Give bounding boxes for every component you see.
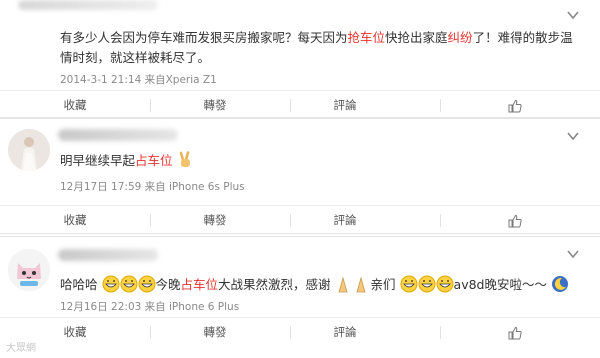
forward-button[interactable]: 轉發 [140, 318, 290, 346]
keyword-link[interactable]: 占车位 [135, 153, 173, 168]
keyword-link[interactable]: 纠纷 [448, 30, 473, 45]
post-text: 明早继续早起占车位 [60, 151, 580, 171]
like-button[interactable] [440, 318, 590, 346]
action-bar: 收藏 轉發 評論 [0, 90, 600, 119]
chevron-down-icon[interactable] [566, 247, 580, 261]
sleeping-moon-emoji [551, 276, 568, 292]
comment-button[interactable]: 評論 [270, 318, 420, 346]
weibo-post-1: 有多少人会因为停车难而发狠买房搬家呢？每天因为抢车位快抢出家庭纠纷了！难得的散步… [0, 0, 600, 118]
forward-button[interactable]: 轉發 [140, 206, 290, 234]
blurred-username[interactable] [58, 129, 178, 141]
avatar[interactable] [8, 249, 50, 291]
like-icon [508, 99, 522, 112]
watermark: 大眾網 [6, 343, 36, 354]
post-meta: 12月17日 17:59 来自 iPhone 6s Plus [60, 181, 245, 193]
post-meta: 12月16日 22:03 来自 iPhone 6 Plus [60, 301, 240, 313]
avatar-image [8, 249, 50, 291]
weibo-post-2: 明早继续早起占车位 12月17日 17:59 来自 iPhone 6s Plus… [0, 118, 600, 234]
forward-button[interactable]: 轉發 [140, 91, 290, 119]
blurred-username[interactable] [58, 249, 158, 261]
avatar-image [8, 129, 50, 171]
victory-hand-emoji [179, 151, 190, 167]
action-bar: 收藏 轉發 評論 [0, 317, 600, 346]
blurred-username [18, 0, 158, 10]
grin-emoji [102, 275, 155, 293]
praying-hands-emoji [338, 276, 366, 293]
collect-button[interactable]: 收藏 [0, 206, 150, 234]
hashtag-link[interactable]: 抢车位 [348, 30, 386, 45]
avatar[interactable] [8, 129, 50, 171]
post-meta: 2014-3-1 21:14 来自Xperia Z1 [60, 74, 217, 86]
post-text: 有多少人会因为停车难而发狠买房搬家呢？每天因为抢车位快抢出家庭纠纷了！难得的散步… [60, 30, 573, 65]
like-icon [508, 214, 522, 227]
grin-emoji [400, 275, 454, 293]
collect-button[interactable]: 收藏 [0, 91, 150, 119]
comment-button[interactable]: 評論 [270, 91, 420, 119]
weibo-post-3: 哈哈哈 今晚占车位大战果然激烈，感谢 亲们 av8d晚安啦～～ 12月16日 2… [0, 236, 600, 358]
chevron-down-icon[interactable] [566, 8, 580, 22]
action-bar: 收藏 轉發 評論 [0, 205, 600, 234]
comment-button[interactable]: 評論 [270, 206, 420, 234]
like-button[interactable] [440, 206, 590, 234]
like-icon [508, 326, 522, 339]
keyword-link[interactable]: 占车位 [181, 277, 219, 292]
chevron-down-icon[interactable] [566, 129, 580, 143]
like-button[interactable] [440, 91, 590, 119]
post-text: 哈哈哈 今晚占车位大战果然激烈，感谢 亲们 av8d晚安啦～～ [60, 275, 580, 295]
